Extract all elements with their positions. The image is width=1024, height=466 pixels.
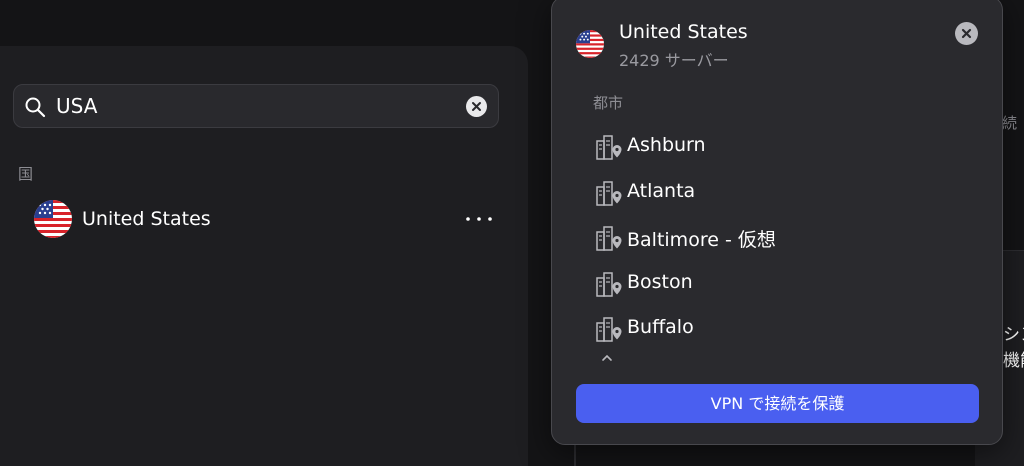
clear-search-button[interactable] [466, 96, 487, 117]
city-name: Ashburn [627, 134, 706, 156]
background-card-text-line2: 機能 [1003, 351, 1024, 371]
close-icon [961, 28, 972, 39]
us-flag-icon [34, 200, 72, 238]
background-card-text-line1: シン [1003, 325, 1024, 345]
countries-section-label: 国 [18, 165, 34, 183]
background-card-text: シン 機能 [1003, 322, 1024, 374]
city-item[interactable]: Baltimore - 仮想 [592, 218, 972, 264]
city-item[interactable]: Buffalo [592, 309, 972, 355]
city-item[interactable]: Boston [592, 264, 972, 310]
city-location-icon [596, 135, 622, 160]
connect-vpn-button[interactable]: VPN で接続を保護 [576, 384, 979, 423]
city-location-icon [596, 317, 622, 342]
us-flag-icon [576, 30, 604, 58]
vpn-app-window: 続 シン 機能 国 [0, 0, 1024, 466]
city-item[interactable]: Atlanta [592, 173, 972, 219]
city-name: Buffalo [627, 316, 694, 338]
search-icon [25, 97, 46, 118]
background-label: 続 [1002, 114, 1018, 132]
search-field[interactable] [13, 84, 499, 128]
city-name: Baltimore - 仮想 [627, 229, 776, 251]
city-list: Ashburn Atlanta Baltimore - 仮想 Boston Bu… [592, 127, 972, 363]
city-location-icon [596, 180, 622, 206]
city-location-icon [596, 226, 622, 251]
chevron-up-icon [602, 354, 612, 361]
close-icon [472, 102, 481, 111]
more-icon [466, 217, 492, 221]
country-detail-popover: United States 2429 サーバー 都市 Ashburn Atlan… [551, 0, 1003, 445]
cities-section-label: 都市 [593, 94, 624, 112]
more-options-button[interactable] [462, 204, 496, 234]
server-count: 2429 サーバー [619, 51, 729, 70]
city-name: Boston [627, 270, 693, 293]
city-item[interactable]: Ashburn [592, 127, 972, 173]
search-input[interactable] [56, 91, 456, 121]
country-row-united-states[interactable]: United States [20, 196, 500, 242]
search-panel: 国 [0, 46, 528, 466]
popover-close-button[interactable] [955, 22, 978, 45]
city-name: Atlanta [627, 179, 696, 202]
city-location-icon [596, 271, 622, 297]
country-name: United States [82, 208, 211, 230]
popover-title: United States [619, 21, 748, 43]
